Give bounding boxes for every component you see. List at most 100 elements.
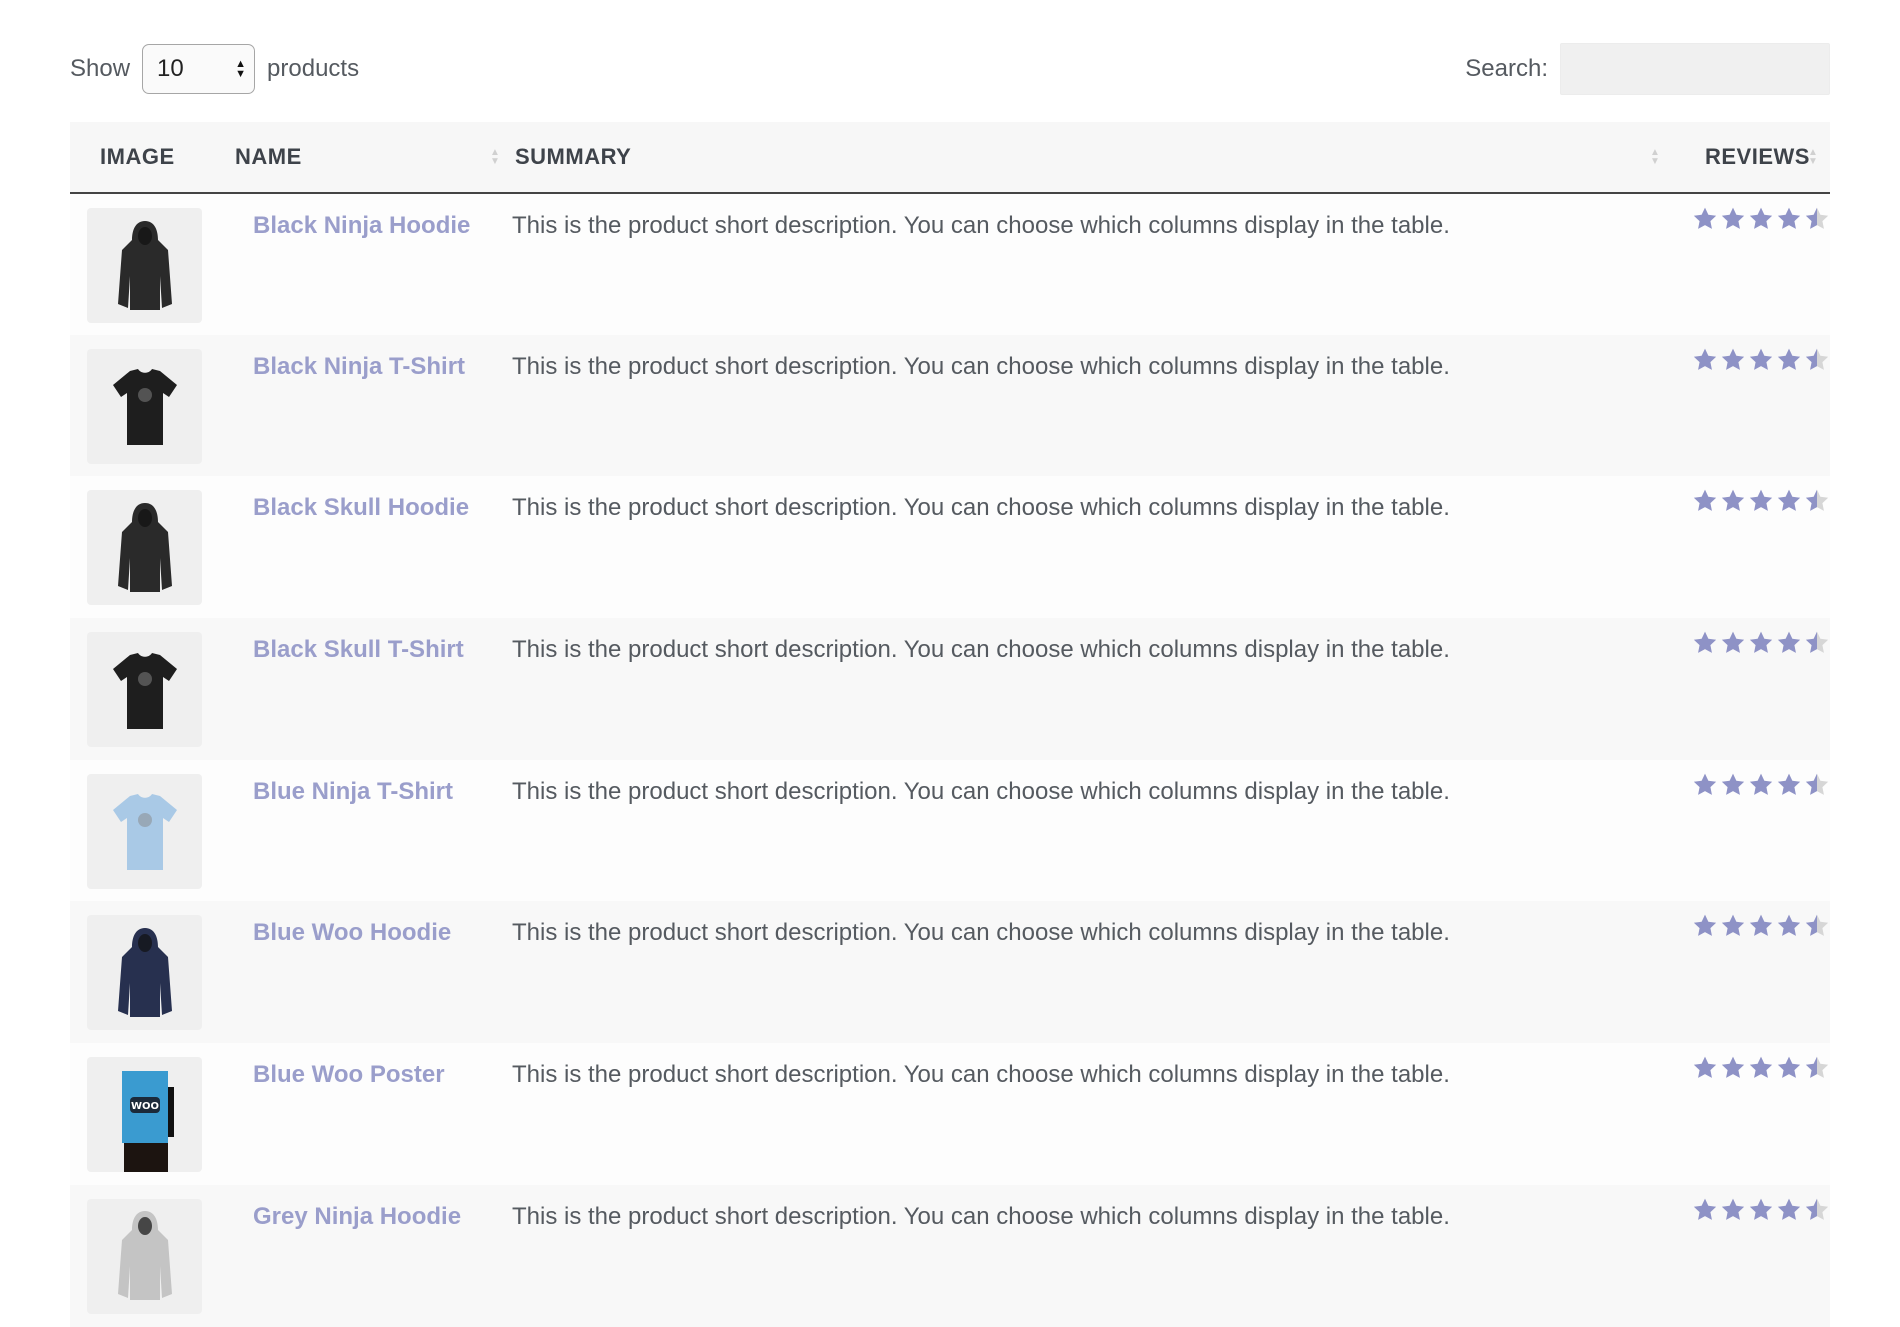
- sort-icon[interactable]: ▲ ▼: [1650, 148, 1660, 167]
- star-icon: [1749, 773, 1773, 795]
- product-name-link[interactable]: Blue Ninja T-Shirt: [253, 778, 453, 806]
- star-icon: [1749, 348, 1773, 370]
- product-name-link[interactable]: Black Ninja T-Shirt: [253, 353, 465, 381]
- star-icon: [1805, 348, 1829, 370]
- star-icon: [1805, 915, 1829, 937]
- reviews-cell: [1670, 334, 1830, 477]
- star-icon: [1721, 631, 1745, 653]
- product-thumbnail[interactable]: WOO: [87, 1057, 202, 1173]
- product-summary: This is the product short description. Y…: [512, 777, 1450, 805]
- tshirt-image: [112, 369, 177, 446]
- star-icon: [1693, 490, 1717, 512]
- product-thumbnail[interactable]: [87, 490, 202, 606]
- star-icon: [1693, 207, 1717, 229]
- product-summary: This is the product short description. Y…: [512, 212, 1450, 239]
- column-header-reviews[interactable]: REVIEWS ▲ ▼: [1670, 122, 1830, 194]
- column-header-label: SUMMARY: [515, 144, 632, 169]
- name-cell: Black Ninja Hoodie: [235, 193, 510, 335]
- product-thumbnail[interactable]: [87, 1198, 202, 1314]
- image-cell: [70, 193, 235, 335]
- reviews-cell: [1670, 1184, 1830, 1327]
- product-thumbnail[interactable]: [87, 773, 202, 889]
- product-summary: This is the product short description. Y…: [512, 352, 1450, 380]
- star-icon: [1721, 915, 1745, 937]
- product-thumbnail[interactable]: [87, 208, 202, 323]
- page-length-value: 10: [157, 55, 184, 82]
- star-icon: [1777, 348, 1801, 370]
- column-header-summary[interactable]: SUMMARY ▲ ▼: [510, 122, 1670, 194]
- column-header-name[interactable]: NAME ▲ ▼: [235, 122, 510, 194]
- page-length-select[interactable]: 10 ▲ ▼: [142, 44, 256, 94]
- table-header-row: IMAGE NAME ▲ ▼ SUMMARY ▲ ▼ REVIEWS ▲ ▼: [70, 122, 1830, 194]
- star-rating: [1692, 1055, 1830, 1081]
- image-cell: [70, 618, 235, 760]
- reviews-cell: [1670, 901, 1830, 1044]
- products-table: IMAGE NAME ▲ ▼ SUMMARY ▲ ▼ REVIEWS ▲ ▼ B…: [70, 122, 1830, 1327]
- star-icon: [1693, 1198, 1717, 1220]
- name-cell: Black Skull Hoodie: [235, 476, 510, 619]
- star-icon: [1721, 1056, 1745, 1078]
- summary-cell: This is the product short description. Y…: [510, 334, 1670, 477]
- star-icon: [1777, 207, 1801, 229]
- product-summary: This is the product short description. Y…: [512, 636, 1450, 664]
- star-rating: [1692, 913, 1830, 939]
- star-icon: [1749, 490, 1773, 512]
- star-icon: [1693, 1056, 1717, 1078]
- star-rating: [1692, 206, 1830, 232]
- star-icon: [1693, 631, 1717, 653]
- summary-cell: This is the product short description. Y…: [510, 1043, 1670, 1185]
- table-row: Black Ninja T-Shirt This is the product …: [70, 334, 1830, 477]
- products-label: products: [267, 55, 360, 82]
- star-icon: [1749, 207, 1773, 229]
- sort-icon[interactable]: ▲ ▼: [490, 148, 500, 167]
- page-length-control: Show 10 ▲ ▼ products: [70, 43, 359, 95]
- show-label: Show: [70, 55, 131, 82]
- table-row: Black Skull T-Shirt This is the product …: [70, 618, 1830, 760]
- product-name-link[interactable]: Black Skull Hoodie: [253, 494, 469, 522]
- tshirt-image: [112, 794, 177, 871]
- column-header-label: IMAGE: [100, 144, 175, 169]
- svg-text:WOO: WOO: [130, 1101, 158, 1112]
- reviews-cell: [1670, 476, 1830, 619]
- product-name-link[interactable]: Blue Woo Hoodie: [253, 919, 451, 947]
- table-row: WOO Blue Woo Poster This is the product …: [70, 1043, 1830, 1185]
- name-cell: Black Skull T-Shirt: [235, 618, 510, 760]
- star-icon: [1805, 631, 1829, 653]
- select-arrows-icon: ▲ ▼: [235, 58, 247, 80]
- sort-icon[interactable]: ▲ ▼: [1808, 148, 1818, 167]
- reviews-cell: [1670, 618, 1830, 760]
- table-row: Blue Woo Hoodie This is the product shor…: [70, 901, 1830, 1044]
- table-controls: Show 10 ▲ ▼ products Search:: [70, 43, 1830, 95]
- reviews-cell: [1670, 759, 1830, 902]
- reviews-cell: [1670, 1043, 1830, 1185]
- summary-cell: This is the product short description. Y…: [510, 193, 1670, 335]
- image-cell: [70, 334, 235, 477]
- product-summary: This is the product short description. Y…: [512, 1202, 1450, 1230]
- product-thumbnail[interactable]: [87, 632, 202, 748]
- name-cell: Grey Ninja Hoodie: [235, 1184, 510, 1327]
- name-cell: Black Ninja T-Shirt: [235, 334, 510, 477]
- product-name-link[interactable]: Grey Ninja Hoodie: [253, 1203, 461, 1231]
- star-icon: [1805, 207, 1829, 229]
- column-header-label: REVIEWS: [1705, 144, 1810, 169]
- product-name-link[interactable]: Black Skull T-Shirt: [253, 636, 464, 664]
- star-icon: [1805, 1056, 1829, 1078]
- star-icon: [1749, 1056, 1773, 1078]
- star-rating: [1692, 488, 1830, 514]
- table-row: Blue Ninja T-Shirt This is the product s…: [70, 759, 1830, 902]
- star-icon: [1805, 490, 1829, 512]
- star-icon: [1805, 773, 1829, 795]
- product-name-link[interactable]: Black Ninja Hoodie: [253, 212, 470, 240]
- search-label: Search:: [1465, 55, 1548, 82]
- star-icon: [1721, 490, 1745, 512]
- name-cell: Blue Ninja T-Shirt: [235, 759, 510, 902]
- product-summary: This is the product short description. Y…: [512, 919, 1450, 947]
- star-icon: [1777, 915, 1801, 937]
- product-name-link[interactable]: Blue Woo Poster: [253, 1061, 445, 1089]
- search-control: Search:: [1465, 43, 1830, 95]
- product-thumbnail[interactable]: [87, 348, 202, 464]
- tshirt-image: [112, 652, 177, 729]
- star-icon: [1777, 773, 1801, 795]
- search-input[interactable]: [1560, 43, 1830, 95]
- product-thumbnail[interactable]: [87, 915, 202, 1031]
